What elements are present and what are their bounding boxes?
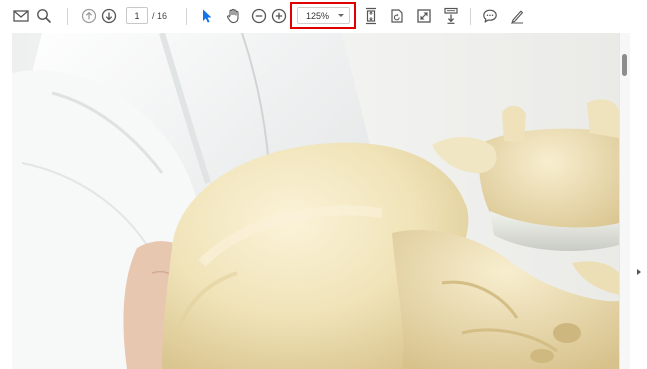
page-number-input[interactable] — [126, 7, 148, 24]
fit-page-button[interactable] — [360, 5, 382, 27]
full-screen-icon — [417, 9, 431, 23]
comment-button[interactable] — [479, 5, 501, 27]
rotate-page-icon — [391, 9, 403, 23]
toolbar-separator — [67, 8, 68, 25]
page-total-label: / 16 — [152, 11, 168, 21]
scroll-mode-button[interactable] — [440, 5, 462, 27]
search-button[interactable] — [33, 5, 55, 27]
pen-icon — [511, 10, 523, 24]
scroll-mode-icon — [444, 7, 458, 24]
fit-page-icon — [366, 7, 376, 25]
expand-side-panel-button[interactable] — [630, 264, 647, 280]
scrollbar-thumb[interactable] — [622, 54, 627, 76]
chevron-right-icon — [636, 269, 641, 275]
email-button[interactable] — [10, 5, 32, 27]
speech-bubble-icon — [483, 9, 497, 23]
toolbar-separator — [470, 8, 471, 25]
arrow-up-circle-icon — [81, 8, 97, 24]
minus-circle-icon — [251, 8, 267, 24]
next-page-button[interactable] — [98, 5, 120, 27]
zoom-out-button[interactable] — [248, 5, 270, 27]
plus-circle-icon — [271, 8, 287, 24]
envelope-icon — [13, 10, 29, 22]
document-page[interactable] — [12, 33, 619, 369]
toolbar-separator — [186, 8, 187, 25]
pdf-viewer: / 16 125% — [0, 0, 647, 369]
zoom-in-button[interactable] — [268, 5, 290, 27]
hand-icon — [227, 8, 239, 24]
hand-tool-button[interactable] — [222, 5, 244, 27]
zoom-level-dropdown[interactable]: 125% — [297, 7, 350, 24]
magnifier-icon — [37, 9, 51, 23]
vertical-scrollbar[interactable] — [619, 33, 630, 369]
full-screen-button[interactable] — [413, 5, 435, 27]
chevron-down-icon — [338, 14, 344, 17]
select-tool-button[interactable] — [196, 5, 218, 27]
cursor-arrow-icon — [203, 9, 212, 23]
arrow-down-circle-icon — [101, 8, 117, 24]
previous-page-button[interactable] — [78, 5, 100, 27]
zoom-level-value: 125% — [306, 11, 330, 21]
toolbar: / 16 125% — [0, 0, 647, 33]
pelvis-bone-model-photo — [12, 33, 619, 369]
rotate-page-button[interactable] — [386, 5, 408, 27]
highlight-button[interactable] — [506, 5, 528, 27]
